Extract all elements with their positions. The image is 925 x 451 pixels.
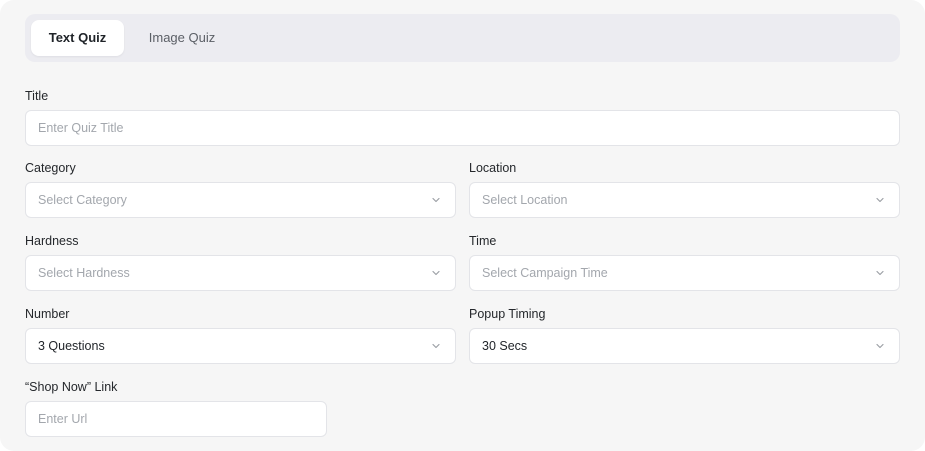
chevron-down-icon xyxy=(432,270,440,276)
shop-now-url-placeholder: Enter Url xyxy=(38,412,88,426)
shop-now-link-label: “Shop Now” Link xyxy=(25,380,118,394)
popup-timing-select[interactable]: 30 Secs xyxy=(469,328,900,364)
title-input-placeholder: Enter Quiz Title xyxy=(38,121,124,135)
location-label: Location xyxy=(469,161,517,175)
time-label: Time xyxy=(469,234,497,248)
chevron-down-icon xyxy=(432,197,440,203)
chevron-down-icon xyxy=(876,197,884,203)
category-label: Category xyxy=(25,161,76,175)
time-select[interactable]: Select Campaign Time xyxy=(469,255,900,291)
number-select-value: 3 Questions xyxy=(38,339,105,353)
quiz-form-panel: Text Quiz Image Quiz Title Enter Quiz Ti… xyxy=(0,0,925,451)
title-label: Title xyxy=(25,89,49,103)
category-select-placeholder: Select Category xyxy=(38,193,127,207)
shop-now-url-input[interactable]: Enter Url xyxy=(25,401,327,437)
chevron-down-icon xyxy=(432,343,440,349)
quiz-type-tabs: Text Quiz Image Quiz xyxy=(25,14,900,62)
location-select[interactable]: Select Location xyxy=(469,182,900,218)
location-select-placeholder: Select Location xyxy=(482,193,568,207)
time-select-placeholder: Select Campaign Time xyxy=(482,266,608,280)
hardness-select[interactable]: Select Hardness xyxy=(25,255,456,291)
category-select[interactable]: Select Category xyxy=(25,182,456,218)
title-input[interactable]: Enter Quiz Title xyxy=(25,110,900,146)
hardness-label: Hardness xyxy=(25,234,79,248)
tab-text-quiz[interactable]: Text Quiz xyxy=(31,20,124,56)
popup-timing-select-value: 30 Secs xyxy=(482,339,528,353)
tab-image-quiz[interactable]: Image Quiz xyxy=(137,20,227,56)
chevron-down-icon xyxy=(876,343,884,349)
number-select[interactable]: 3 Questions xyxy=(25,328,456,364)
number-label: Number xyxy=(25,307,70,321)
popup-timing-label: Popup Timing xyxy=(469,307,546,321)
chevron-down-icon xyxy=(876,270,884,276)
hardness-select-placeholder: Select Hardness xyxy=(38,266,130,280)
